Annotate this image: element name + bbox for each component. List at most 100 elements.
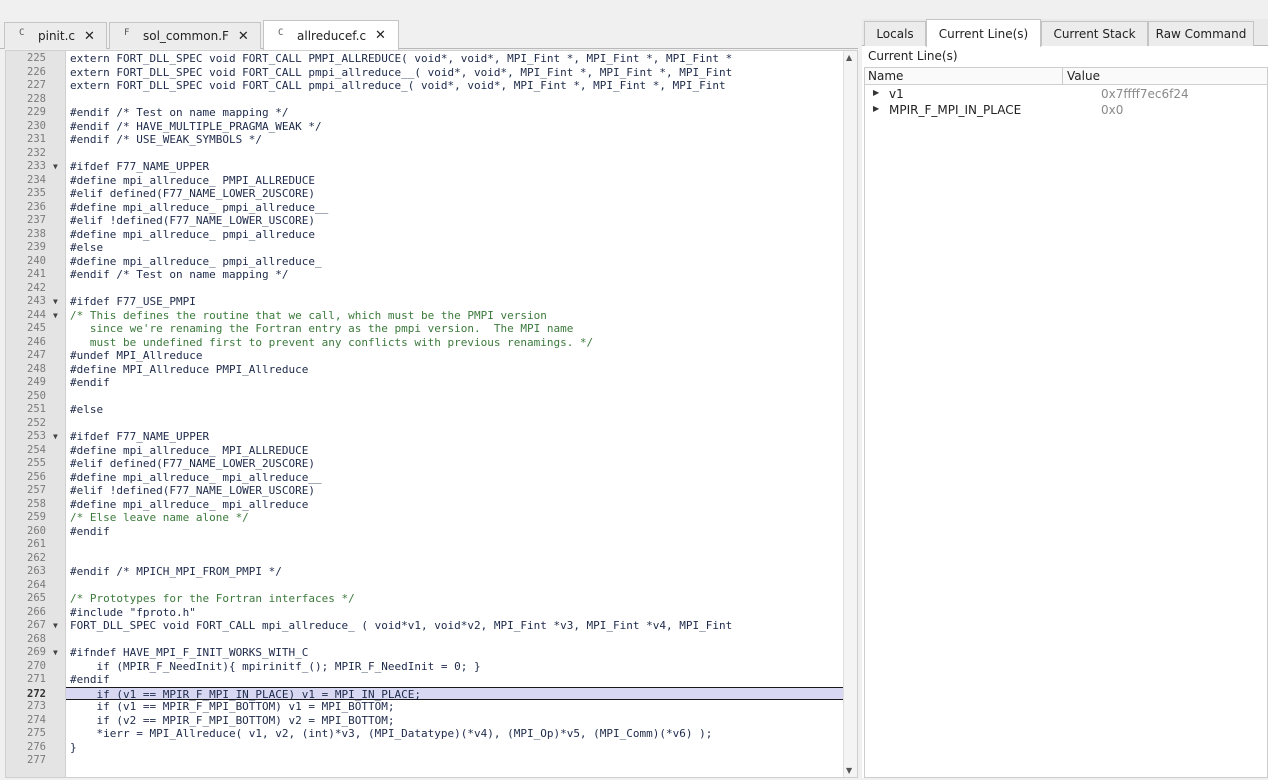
code-line[interactable]: 245 since we're renaming the Fortran ent… (6, 322, 844, 336)
scroll-down-icon[interactable]: ▼ (846, 766, 852, 775)
code-line[interactable]: 277 (6, 754, 844, 768)
code-line[interactable]: 260 #endif (6, 525, 844, 539)
line-number: 234 (27, 173, 46, 186)
code-line[interactable]: 259 /* Else leave name alone */ (6, 511, 844, 525)
tab-current-stack[interactable]: Current Stack (1041, 21, 1148, 46)
fold-toggle-icon[interactable]: ▼ (53, 646, 58, 660)
line-number: 265 (27, 592, 46, 604)
code-line[interactable]: 243 ▼ #ifdef F77_USE_PMPI (6, 295, 844, 309)
code-line[interactable]: 271 #endif (6, 673, 844, 687)
vertical-scrollbar[interactable]: ▲ ▼ (843, 51, 857, 777)
file-tab-sol-common[interactable]: F sol_common.F ✕ (109, 22, 261, 49)
code-line[interactable]: 228 (6, 93, 844, 107)
tab-current-lines[interactable]: Current Line(s) (926, 19, 1041, 47)
tab-locals[interactable]: Locals (864, 21, 926, 46)
code-line[interactable]: 238 #define mpi_allreduce_ pmpi_allreduce (6, 228, 844, 242)
fold-toggle-icon[interactable]: ▼ (53, 619, 58, 633)
tree-row[interactable]: ▶ v1 0x7ffff7ec6f24 (865, 86, 1267, 103)
tab-raw-command[interactable]: Raw Command (1148, 21, 1254, 46)
code-line[interactable]: 268 (6, 633, 844, 647)
close-icon[interactable]: ✕ (238, 29, 249, 44)
code-line[interactable]: 247 #undef MPI_Allreduce (6, 349, 844, 363)
line-number: 255 (27, 457, 46, 469)
code-line[interactable]: 266 #include "fproto.h" (6, 606, 844, 620)
line-number: 273 (27, 700, 46, 712)
code-line[interactable]: 265 /* Prototypes for the Fortran interfa… (6, 592, 844, 606)
code-line[interactable]: 267 ▼ FORT_DLL_SPEC void FORT_CALL mpi_all… (6, 619, 844, 633)
line-number: 241 (27, 268, 46, 280)
line-number: 259 (27, 511, 46, 523)
code-line[interactable]: 261 (6, 538, 844, 552)
code-text: #endif /* USE_WEAK_SYMBOLS */ (70, 133, 263, 146)
current-code-line[interactable]: 272 if (v1 == MPIR_F_MPI_IN_PLACE) v1 = … (27, 686, 844, 701)
code-text: extern FORT_DLL_SPEC void FORT_CALL PMPI… (70, 52, 733, 65)
column-divider[interactable] (1062, 68, 1063, 85)
scroll-up-icon[interactable]: ▲ (846, 53, 852, 62)
code-line[interactable]: 257 #elif !defined(F77_NAME_LOWER_USCORE) (6, 484, 844, 498)
code-line[interactable]: 230 #endif /* HAVE_MULTIPLE_PRAGMA_WEAK *… (6, 120, 844, 134)
file-tab-allreducef[interactable]: C allreducef.c ✕ (263, 20, 399, 50)
code-line[interactable]: 241 #endif /* Test on name mapping */ (6, 268, 844, 282)
code-area[interactable]: 225 extern FORT_DLL_SPEC void FORT_CALL P… (6, 51, 844, 777)
code-line[interactable]: 256 #define mpi_allreduce_ mpi_allreduce_… (6, 471, 844, 485)
code-line[interactable]: 263 #endif /* MPICH_MPI_FROM_PMPI */ (6, 565, 844, 579)
code-line[interactable]: 236 #define mpi_allreduce_ pmpi_allreduce… (6, 201, 844, 215)
code-line[interactable]: 226 extern FORT_DLL_SPEC void FORT_CALL p… (6, 66, 844, 80)
file-tab-pinit[interactable]: C pinit.c ✕ (4, 22, 107, 49)
code-line[interactable]: 227 extern FORT_DLL_SPEC void FORT_CALL p… (6, 79, 844, 93)
column-header-value[interactable]: Value (1067, 69, 1100, 83)
code-editor[interactable]: 225 extern FORT_DLL_SPEC void FORT_CALL P… (5, 50, 858, 778)
code-line[interactable]: 234 #define mpi_allreduce_ PMPI_ALLREDUCE (6, 174, 844, 188)
code-line[interactable]: 233 ▼ #ifdef F77_NAME_UPPER (6, 160, 844, 174)
fold-toggle-icon[interactable]: ▼ (53, 309, 58, 323)
fold-toggle-icon[interactable]: ▼ (53, 160, 58, 174)
code-line[interactable]: 229 #endif /* Test on name mapping */ (6, 106, 844, 120)
code-line[interactable]: 252 (6, 417, 844, 431)
code-line[interactable]: 242 (6, 282, 844, 296)
code-line[interactable]: 225 extern FORT_DLL_SPEC void FORT_CALL P… (6, 52, 844, 66)
code-line[interactable]: 253 ▼ #ifdef F77_NAME_UPPER (6, 430, 844, 444)
line-number: 270 (27, 659, 46, 672)
code-line[interactable]: 235 #elif defined(F77_NAME_LOWER_2USCORE) (6, 187, 844, 201)
code-line[interactable]: 258 #define mpi_allreduce_ mpi_allreduce (6, 498, 844, 512)
code-line[interactable]: 251 #else (6, 403, 844, 417)
code-line[interactable]: 249 #endif (6, 376, 844, 390)
close-icon[interactable]: ✕ (375, 28, 386, 43)
expand-arrow-icon[interactable]: ▶ (873, 88, 879, 97)
variables-tree[interactable]: Name Value ▶ v1 0x7ffff7ec6f24 ▶ MPIR_F_… (864, 67, 1268, 778)
code-line[interactable]: 246 must be undefined first to prevent a… (6, 336, 844, 350)
code-line[interactable]: 275 *ierr = MPI_Allreduce( v1, v2, (int)… (6, 727, 844, 741)
code-line[interactable]: 270 if (MPIR_F_NeedInit){ mpirinitf_(); … (6, 660, 844, 674)
code-line[interactable]: 254 #define mpi_allreduce_ MPI_ALLREDUCE (6, 444, 844, 458)
line-number: 236 (27, 200, 46, 213)
close-icon[interactable]: ✕ (84, 29, 95, 44)
code-line[interactable]: 239 #else (6, 241, 844, 255)
code-line[interactable]: 274 if (v2 == MPIR_F_MPI_BOTTOM) v2 = MP… (6, 714, 844, 728)
code-line[interactable]: 262 (6, 552, 844, 566)
column-header-name[interactable]: Name (868, 69, 903, 83)
code-line[interactable]: 240 #define mpi_allreduce_ pmpi_allreduce… (6, 255, 844, 269)
code-line[interactable]: 244 ▼ /* This defines the routine that we … (6, 309, 844, 323)
line-number: 274 (27, 713, 46, 726)
code-line[interactable]: 269 ▼ #ifndef HAVE_MPI_F_INIT_WORKS_WITH_C (6, 646, 844, 660)
code-text: #endif (70, 673, 110, 686)
code-line[interactable]: 232 (6, 147, 844, 161)
expand-arrow-icon[interactable]: ▶ (873, 104, 879, 113)
tree-row[interactable]: ▶ MPIR_F_MPI_IN_PLACE 0x0 (865, 102, 1267, 119)
code-line[interactable]: 273 if (v1 == MPIR_F_MPI_BOTTOM) v1 = MP… (6, 700, 844, 714)
code-line[interactable]: 255 #elif defined(F77_NAME_LOWER_2USCORE) (6, 457, 844, 471)
code-line[interactable]: 248 #define MPI_Allreduce PMPI_Allreduce (6, 363, 844, 377)
line-number: 245 (27, 322, 46, 334)
code-line[interactable]: 250 (6, 390, 844, 404)
fold-toggle-icon[interactable]: ▼ (53, 430, 58, 444)
line-number: 232 (27, 146, 46, 159)
code-text: #else (70, 241, 104, 254)
code-text: #elif defined(F77_NAME_LOWER_2USCORE) (70, 187, 316, 200)
line-number: 235 (27, 187, 46, 199)
code-line[interactable]: 231 #endif /* USE_WEAK_SYMBOLS */ (6, 133, 844, 147)
code-line[interactable]: 264 (6, 579, 844, 593)
code-line[interactable]: 237 #elif !defined(F77_NAME_LOWER_USCORE) (6, 214, 844, 228)
variable-name: v1 (889, 87, 904, 101)
fold-toggle-icon[interactable]: ▼ (53, 295, 58, 309)
code-line[interactable]: 276} (6, 741, 844, 755)
